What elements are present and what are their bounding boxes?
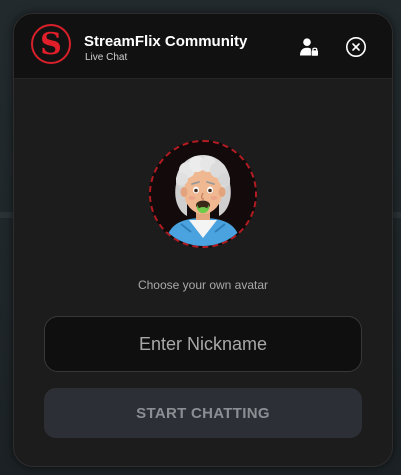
close-button[interactable] [344, 35, 368, 59]
avatar-picker[interactable] [149, 140, 257, 248]
streamflix-logo: S [31, 24, 71, 64]
chat-header: S StreamFlix Community Live Chat [14, 14, 392, 79]
user-lock-icon [300, 38, 318, 56]
avatar-caption: Choose your own avatar [137, 278, 269, 292]
grandma-avatar-icon [151, 142, 255, 246]
start-chatting-button[interactable]: START CHATTING [44, 388, 362, 438]
profile-button[interactable] [297, 35, 321, 59]
chat-widget: S StreamFlix Community Live Chat Choose … [13, 13, 393, 467]
nickname-input[interactable] [44, 316, 362, 372]
live-chat-subtitle: Live Chat [85, 52, 128, 63]
logo-letter: S [40, 26, 62, 62]
community-title: StreamFlix Community [84, 33, 248, 50]
close-circle-icon [346, 37, 366, 57]
